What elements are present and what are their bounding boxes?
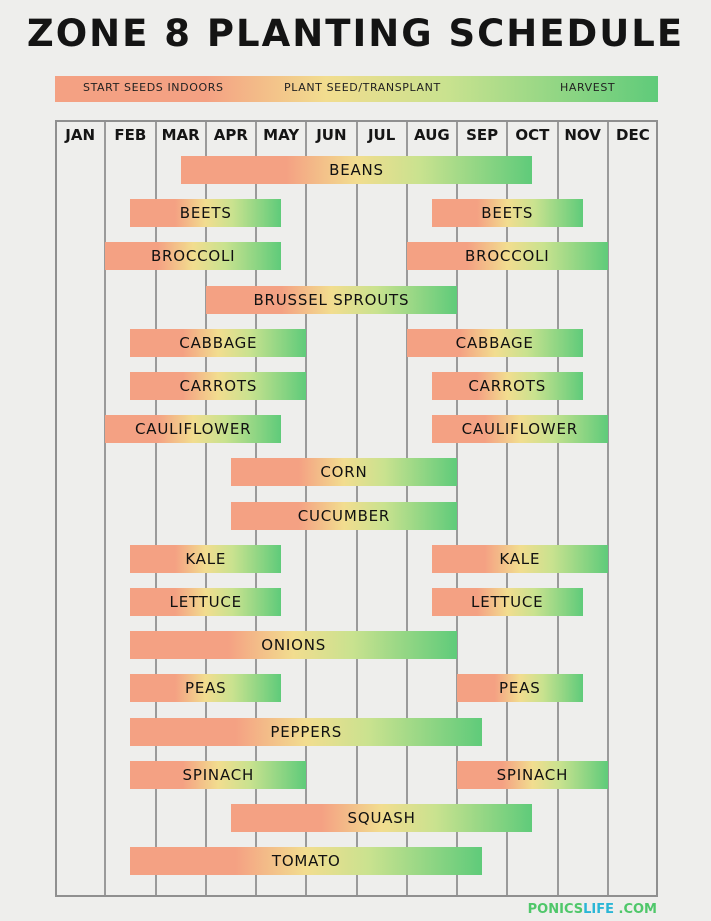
crop-bar-squash: SQUASH (230, 804, 533, 832)
crop-bar-brussel-sprouts: BRUSSEL SPROUTS (205, 285, 457, 314)
crop-bar-spinach: SPINACH (130, 760, 307, 789)
page-title: ZONE 8 PLANTING SCHEDULE (26, 12, 685, 55)
logo-part-life: LIFE (583, 902, 614, 917)
crop-bar-onions: ONIONS (130, 631, 457, 660)
crop-bar-peas: PEAS (457, 674, 583, 703)
month-label-mar: MAR (161, 126, 200, 144)
month-label-aug: AUG (414, 126, 450, 144)
crop-bar-beets: BEETS (431, 199, 583, 228)
crop-bar-carrots: CARROTS (431, 372, 583, 400)
crop-bar-cabbage: CABBAGE (406, 328, 583, 357)
crop-bar-cauliflower: CAULIFLOWER (105, 415, 282, 444)
logo-part-ponics: PONICS (527, 902, 584, 917)
stage-legend-bar: START SEEDS INDOORS PLANT SEED/TRANSPLAN… (55, 76, 658, 102)
crop-bar-tomato: TOMATO (130, 847, 483, 876)
site-logo: PONICSLIFE .COM (528, 902, 657, 917)
crop-bar-beets: BEETS (130, 199, 282, 228)
schedule-grid: JAN FEB MAR APR MAY JUN JUL AUG SEP OCT NOV DEC BEAN… (55, 120, 658, 897)
crop-bar-corn: CORN (230, 458, 457, 487)
crop-bar-kale: KALE (431, 544, 608, 573)
crop-bar-peas: PEAS (130, 674, 282, 703)
logo-part-com: .COM (618, 902, 657, 917)
crop-bar-lettuce: LETTUCE (130, 588, 282, 616)
month-label-dec: DEC (616, 126, 650, 144)
crop-bar-cucumber: CUCUMBER (230, 501, 457, 530)
month-label-may: MAY (263, 126, 300, 144)
crop-bar-cauliflower: CAULIFLOWER (431, 415, 608, 444)
crop-bar-cabbage: CABBAGE (130, 328, 307, 357)
month-label-apr: APR (213, 126, 248, 144)
legend-plant: PLANT SEED/TRANSPLANT (284, 81, 441, 94)
crop-bar-lettuce: LETTUCE (431, 588, 583, 616)
month-label-nov: NOV (564, 126, 601, 144)
crop-bar-broccoli: BROCCOLI (105, 242, 282, 271)
month-label-feb: FEB (114, 126, 147, 144)
crop-bar-kale: KALE (130, 544, 282, 573)
month-label-oct: OCT (515, 126, 550, 144)
month-label-jan: JAN (65, 126, 95, 144)
month-label-sep: SEP (466, 126, 499, 144)
crop-bar-peppers: PEPPERS (130, 717, 483, 746)
month-divider (104, 122, 107, 895)
crop-bar-broccoli: BROCCOLI (406, 242, 608, 271)
crop-bar-beans: BEANS (180, 156, 533, 184)
crop-bar-carrots: CARROTS (130, 372, 307, 400)
month-label-jul: JUL (367, 126, 396, 144)
legend-harvest: HARVEST (560, 81, 616, 94)
crop-bar-spinach: SPINACH (457, 760, 608, 789)
month-label-jun: JUN (316, 126, 347, 144)
legend-start-seeds: START SEEDS INDOORS (83, 81, 224, 94)
